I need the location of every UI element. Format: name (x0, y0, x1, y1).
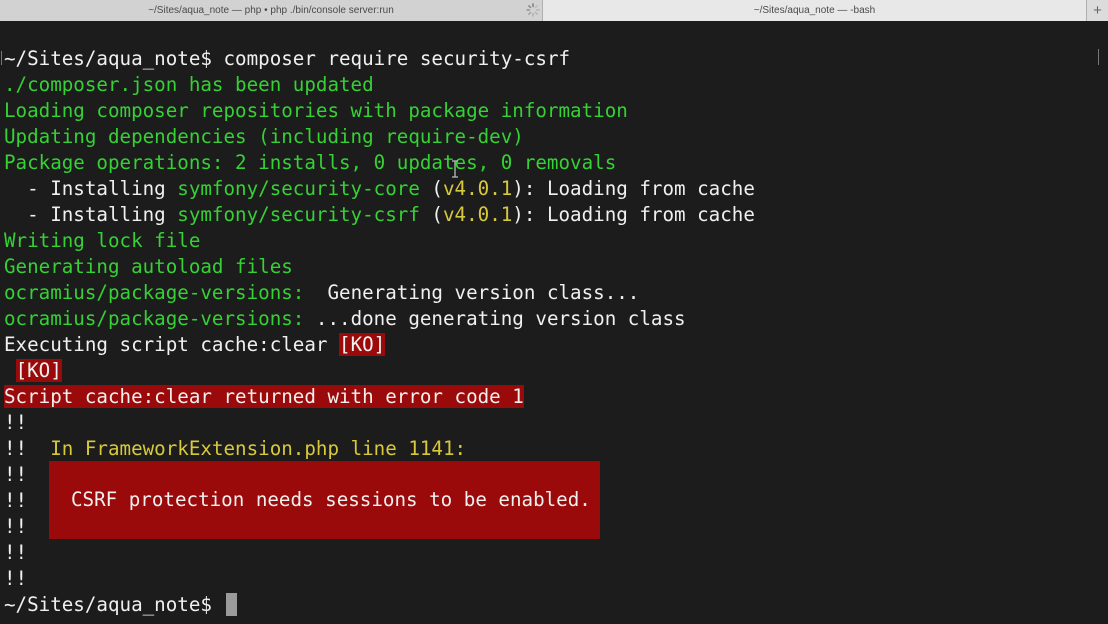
terminal-line: [KO] (4, 358, 755, 384)
install-suffix: ): Loading from cache (512, 177, 755, 200)
terminal-line: Loading composer repositories with packa… (4, 99, 628, 122)
shell-prompt: ~/Sites/aqua_note$ (4, 47, 212, 70)
command-text: composer require security-csrf (211, 47, 571, 70)
tab-bash[interactable]: ~/Sites/aqua_note — -bash (543, 0, 1086, 21)
ibeam-cursor-icon (452, 160, 458, 178)
output-message: ...done generating version class (304, 307, 686, 330)
package-name: symfony/security-csrf (177, 203, 420, 226)
install-prefix: - Installing (4, 177, 178, 200)
mark-bracket-left (1, 51, 2, 65)
error-location: In FrameworkExtension.php line 1141: (50, 437, 467, 460)
terminal-line: - Installing symfony/security-core (v4.0… (4, 176, 755, 202)
terminal-line: Script cache:clear returned with error c… (4, 384, 755, 410)
terminal-window[interactable]: CSRF protection needs sessions to be ena… (0, 21, 1108, 624)
package-name: symfony/security-core (177, 177, 420, 200)
tab-bar: ~/Sites/aqua_note — php • php ./bin/cons… (0, 0, 1108, 21)
terminal-line: Generating autoload files (4, 255, 293, 278)
terminal-line: ~/Sites/aqua_note$ (4, 592, 755, 618)
output-source: ocramius/package-versions: (4, 281, 305, 304)
terminal-line: ./composer.json has been updated (4, 73, 374, 96)
text-cursor (225, 593, 237, 616)
terminal-line: !! (4, 411, 28, 434)
ko-badge: [KO] (15, 359, 62, 382)
paren-open: ( (419, 177, 443, 200)
tab-server-run[interactable]: ~/Sites/aqua_note — php • php ./bin/cons… (0, 0, 543, 21)
mark-bracket-right (1098, 49, 1099, 65)
error-code-text: Script cache:clear returned with error c… (4, 385, 524, 408)
ko-badge: [KO] (339, 333, 386, 356)
tab-title: ~/Sites/aqua_note — -bash (753, 5, 876, 16)
terminal-line: !! (4, 567, 28, 590)
package-version: v4.0.1 (442, 177, 513, 200)
install-prefix: - Installing (4, 203, 178, 226)
terminal-line: Writing lock file (4, 229, 201, 252)
terminal-line: ocramius/package-versions: Generating ve… (4, 280, 755, 306)
terminal-line: !! (4, 541, 28, 564)
output-message: Generating version class... (304, 281, 640, 304)
terminal-line: !! In FrameworkExtension.php line 1141: (4, 436, 755, 462)
terminal-line: ocramius/package-versions: ...done gener… (4, 306, 755, 332)
output-source: ocramius/package-versions: (4, 307, 305, 330)
terminal-line: - Installing symfony/security-csrf (v4.0… (4, 202, 755, 228)
terminal-line: !! (4, 463, 28, 486)
loading-spinner-icon (526, 3, 540, 17)
paren-open: ( (419, 203, 443, 226)
tab-title: ~/Sites/aqua_note — php • php ./bin/cons… (148, 5, 394, 16)
terminal-line: ~/Sites/aqua_note$ composer require secu… (4, 46, 755, 72)
script-text: Executing script cache:clear (4, 333, 340, 356)
terminal-output: ~/Sites/aqua_note$ composer require secu… (4, 46, 755, 618)
new-tab-button[interactable]: + (1086, 0, 1108, 21)
shell-prompt: ~/Sites/aqua_note$ (4, 593, 212, 616)
terminal-line: Executing script cache:clear [KO] (4, 332, 755, 358)
terminal-line: Updating dependencies (including require… (4, 125, 524, 148)
bang-marker: !! (4, 437, 28, 460)
terminal-line: !! (4, 515, 28, 538)
terminal-line: Package operations: 2 installs, 0 update… (4, 151, 617, 174)
terminal-line: !! (4, 489, 28, 512)
package-version: v4.0.1 (442, 203, 513, 226)
install-suffix: ): Loading from cache (512, 203, 755, 226)
